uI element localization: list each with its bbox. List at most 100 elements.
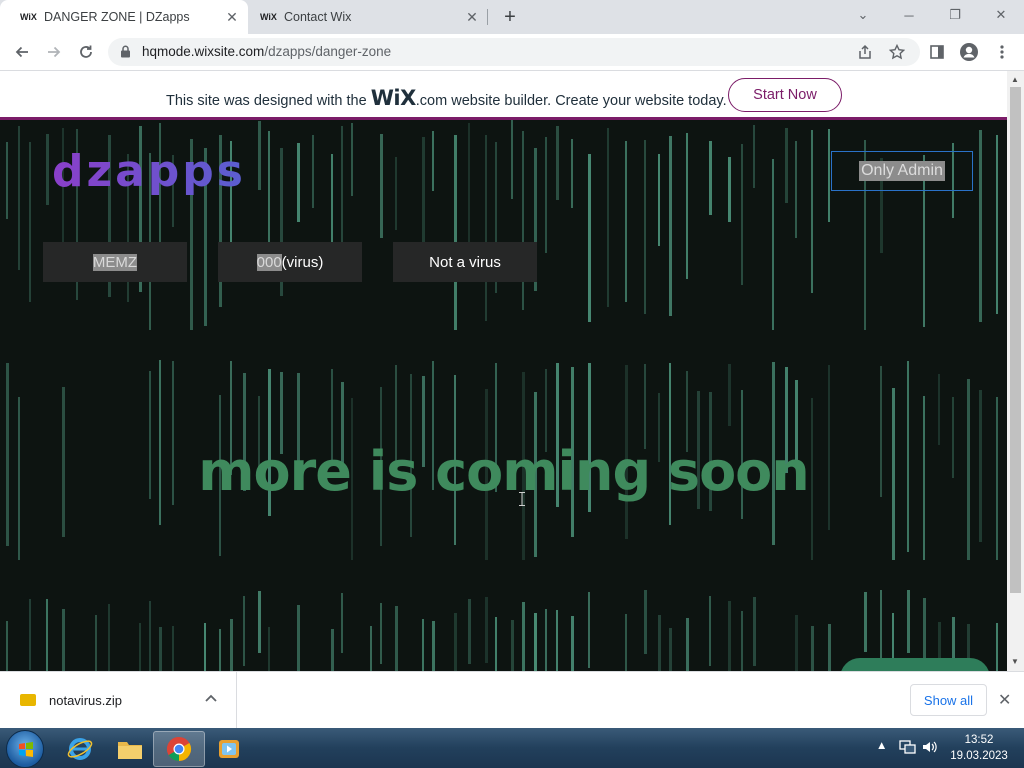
nav-000-virus-button[interactable]: 000 (virus) [218,242,362,282]
site-logo[interactable]: dzapps [52,146,246,197]
rain-strip [522,602,525,671]
chat-widget-button[interactable] [840,658,990,671]
profile-icon[interactable] [956,39,982,65]
back-icon[interactable] [9,39,35,65]
tab-strip: WiX DANGER ZONE | DZapps ✕ WiX Contact W… [0,0,1024,34]
rain-strip [811,130,813,293]
start-button[interactable] [6,730,44,768]
wix-logo: WiX [370,86,417,110]
rain-strip [588,592,590,668]
rain-strip [753,597,756,666]
rain-strip [828,624,831,671]
bookmark-star-icon[interactable] [884,39,910,65]
tab-search-icon[interactable]: ⌄ [840,0,886,30]
rain-strip [258,121,261,190]
rain-strip [204,623,206,671]
rain-strip [556,126,559,200]
close-tab-icon[interactable]: ✕ [224,9,240,25]
show-hidden-icons[interactable]: ▲ [876,740,887,752]
start-now-button[interactable]: Start Now [728,78,842,112]
download-item[interactable]: notavirus.zip [0,672,237,728]
forward-icon[interactable] [41,39,67,65]
rain-strip [686,133,688,279]
rain-strip [709,141,712,215]
rain-strip [785,128,788,203]
reload-icon[interactable] [73,39,99,65]
tab-contact-wix[interactable]: WiX Contact Wix ✕ [248,0,488,34]
tab-separator [487,9,488,25]
wix-favicon: WiX [260,12,277,22]
share-icon[interactable] [852,39,878,65]
address-bar[interactable]: hqmode.wixsite.com/dzapps/danger-zone [108,38,920,66]
rain-strip [172,626,174,671]
rain-strip [625,141,627,302]
new-tab-button[interactable]: + [498,5,522,29]
only-admin-button[interactable]: Only Admin [831,151,973,191]
file-explorer-icon[interactable] [104,731,156,767]
rain-strip [996,623,998,671]
system-clock[interactable]: 13:52 19.03.2023 [944,732,1014,764]
rain-strip [395,157,397,230]
volume-icon[interactable] [921,739,939,758]
scrollbar-thumb[interactable] [1010,87,1021,593]
clock-time: 13:52 [964,734,994,746]
side-panel-icon[interactable] [924,39,950,65]
rain-strip [29,599,31,670]
rain-strip [522,131,524,310]
rain-strip [230,619,233,671]
rain-strip [979,130,982,322]
rain-strip [511,620,514,671]
minimize-button[interactable]: ─ [886,0,932,30]
tab-title: DANGER ZONE | DZapps [44,10,190,24]
nav-not-a-virus-button[interactable]: Not a virus [393,242,537,282]
download-filename: notavirus.zip [49,693,122,708]
text-cursor-icon [519,492,525,506]
internet-explorer-icon[interactable] [54,731,106,767]
rain-strip [741,144,743,285]
media-player-icon[interactable] [203,731,255,767]
rain-strip [728,601,731,671]
rain-strip [511,120,513,199]
rain-strip [468,123,470,260]
rain-strip [297,143,300,222]
rain-strip [545,137,547,253]
rain-strip [644,590,647,654]
rain-strip [741,611,743,671]
wix-banner-text: This site was designed with the WiX.com … [166,86,727,110]
rain-strip [923,598,926,661]
rain-strip [331,629,334,671]
lock-icon[interactable] [120,45,131,63]
close-tab-icon[interactable]: ✕ [464,9,480,25]
scroll-down-icon[interactable]: ▼ [1011,657,1019,666]
menu-icon[interactable] [989,39,1015,65]
rain-strip [728,364,731,426]
rain-strip [351,123,353,196]
rain-strip [795,615,798,671]
rain-strip [686,618,689,671]
page-scrollbar[interactable]: ▲ ▼ [1007,71,1024,671]
rain-strip [268,627,270,671]
rain-strip [669,136,672,316]
rain-strip [341,126,343,258]
tab-danger-zone[interactable]: WiX DANGER ZONE | DZapps ✕ [0,0,248,34]
rain-strip [728,157,731,222]
rain-strip [95,615,97,671]
rain-strip [996,135,998,314]
close-window-button[interactable]: ✕ [978,0,1024,30]
rain-strip [108,604,110,671]
rain-strip [864,592,867,652]
chrome-icon[interactable] [153,731,205,767]
network-icon[interactable] [899,739,917,758]
nav-memz-button[interactable]: MEMZ [43,242,187,282]
close-shelf-icon[interactable]: ✕ [998,690,1011,710]
chevron-up-icon[interactable] [205,691,217,705]
rain-strip [312,135,314,208]
restore-button[interactable]: ❐ [932,0,978,30]
wix-banner: This site was designed with the WiX.com … [0,71,1007,117]
clock-date: 19.03.2023 [950,750,1008,762]
show-all-button[interactable]: Show all [910,684,987,716]
scroll-up-icon[interactable]: ▲ [1011,75,1019,84]
rain-strip [485,597,488,663]
rain-strip [669,628,672,671]
rain-strip [495,617,497,671]
